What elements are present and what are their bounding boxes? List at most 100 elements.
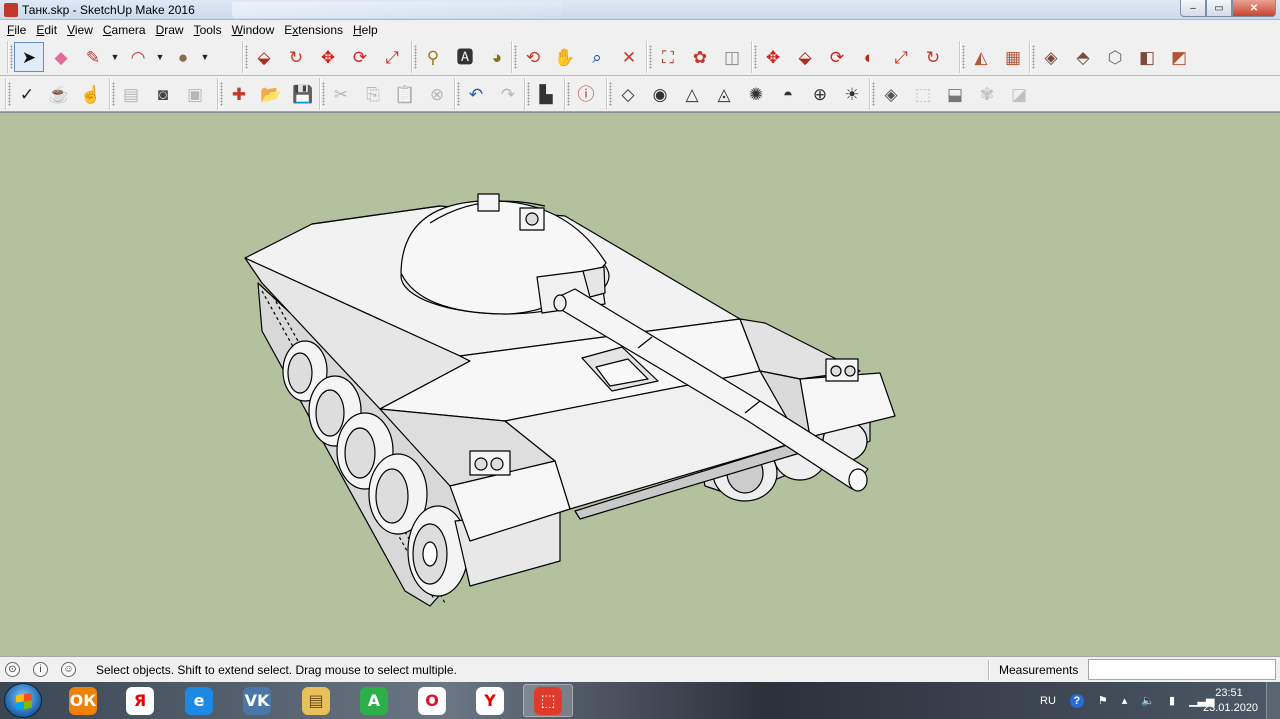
new-file-button[interactable]: ✚ — [224, 79, 254, 109]
print-button[interactable]: ▙ — [531, 79, 561, 109]
section-plane-button[interactable]: ▤ — [116, 79, 146, 109]
toolbar-grip[interactable] — [8, 82, 11, 106]
extension-warehouse-button-button[interactable]: ◫ — [717, 42, 747, 72]
undo-button[interactable]: ↶ — [461, 79, 491, 109]
chevron-up-icon[interactable]: ▴ — [1122, 694, 1128, 707]
iso-view-button[interactable]: ◈ — [876, 79, 906, 109]
share-model-button-button[interactable]: ✿ — [685, 42, 715, 72]
tape-measure-tool-button[interactable]: ⚲ — [418, 42, 448, 72]
close-button[interactable]: ✕ — [1232, 0, 1276, 17]
toolbar-grip[interactable] — [754, 45, 757, 69]
back-edges-style-button[interactable]: ◉ — [645, 79, 675, 109]
taskbar-app-sketchup[interactable]: ⬚ — [523, 684, 573, 717]
zoom-tool-button[interactable]: ⌕ — [582, 42, 612, 72]
sandbox-from-scratch-tool-button[interactable]: ▦ — [998, 42, 1028, 72]
toolbar-grip[interactable] — [457, 82, 460, 106]
chevron-down-icon[interactable]: ▼ — [155, 52, 165, 62]
toolbar-grip[interactable] — [112, 82, 115, 106]
help-tray-icon[interactable]: ? — [1069, 693, 1084, 708]
orbit-tool-button[interactable]: ⟲ — [518, 42, 548, 72]
offset-tool-button[interactable]: ↻ — [281, 42, 311, 72]
back-view-button[interactable]: ◪ — [1004, 79, 1034, 109]
shadows-button[interactable]: ☀ — [837, 79, 867, 109]
credits-info-icon[interactable]: i — [33, 662, 48, 677]
sandbox-from-contours-tool-button[interactable]: ◭ — [966, 42, 996, 72]
smoove-tool-button[interactable]: ◈ — [1036, 42, 1066, 72]
menu-view[interactable]: View — [62, 23, 98, 37]
toolbar-grip[interactable] — [220, 82, 223, 106]
measurements-input[interactable] — [1088, 659, 1276, 680]
menu-camera[interactable]: Camera — [98, 23, 151, 37]
model-info-button[interactable]: ⓘ — [571, 79, 601, 109]
maximize-button[interactable]: ▭ — [1206, 0, 1232, 17]
volume-icon[interactable]: 🔈 — [1141, 694, 1155, 707]
taskbar-app-aimp[interactable]: A — [349, 684, 399, 717]
shaded-textures-style-button[interactable]: ◓ — [773, 79, 803, 109]
taskbar-app-opera[interactable]: O — [407, 684, 457, 717]
taskbar-app-explorer[interactable]: ▤ — [291, 684, 341, 717]
3d-warehouse-button-button[interactable]: ⛶ — [653, 42, 683, 72]
x-ray-style-button[interactable]: ◇ — [613, 79, 643, 109]
rotate-tool-2-button[interactable]: ⟳ — [822, 42, 852, 72]
toolbar-grip[interactable] — [414, 45, 417, 69]
copy-button[interactable]: ⎘ — [358, 79, 388, 109]
paste-button[interactable]: 📋 — [390, 79, 420, 109]
monochrome-style-button[interactable]: ⊕ — [805, 79, 835, 109]
pan-tool-button[interactable]: ✋ — [550, 42, 580, 72]
text-tool-button[interactable]: 🅰 — [450, 42, 480, 72]
clock[interactable]: 23:51 23.01.2020 — [1203, 686, 1258, 716]
push-pull-tool-2-button[interactable]: ⬙ — [790, 42, 820, 72]
menu-file[interactable]: File — [2, 23, 31, 37]
lock-button[interactable]: ▣ — [180, 79, 210, 109]
scale-tool-2-button[interactable]: ⤢ — [886, 42, 916, 72]
paint-bucket-tool-button[interactable]: ◕ — [482, 42, 512, 72]
front-view-button[interactable]: ⬓ — [940, 79, 970, 109]
menu-tools[interactable]: Tools — [189, 23, 227, 37]
model-viewport[interactable] — [0, 112, 1280, 656]
zoom-extents-tool-button[interactable]: ✕ — [614, 42, 644, 72]
toolbar-grip[interactable] — [245, 45, 248, 69]
follow-me-tool-button[interactable]: ◐ — [854, 42, 884, 72]
hand-cursor-button[interactable]: ☝ — [76, 79, 106, 109]
chevron-down-icon[interactable]: ▼ — [110, 52, 120, 62]
redo-button[interactable]: ↷ — [493, 79, 523, 109]
top-view-button[interactable]: ⬚ — [908, 79, 938, 109]
eraser-tool-button[interactable]: ◆ — [46, 42, 76, 72]
taskbar-app-odnoklassniki[interactable]: ОК — [58, 684, 108, 717]
toolbar-grip[interactable] — [514, 45, 517, 69]
shaded-style-button[interactable]: ✺ — [741, 79, 771, 109]
select-tool-button[interactable]: ➤ — [14, 42, 44, 72]
tank-model[interactable] — [0, 113, 1280, 656]
taskbar-app-yandex-browser[interactable]: Y — [465, 684, 515, 717]
scale-tool-button[interactable]: ⤢ — [377, 42, 407, 72]
wireframe-style-button[interactable]: △ — [677, 79, 707, 109]
user-account-icon[interactable]: ☺ — [61, 662, 76, 677]
toolbar-grip[interactable] — [1032, 45, 1035, 69]
component-options-button[interactable]: ✓ — [12, 79, 42, 109]
show-desktop-button[interactable] — [1266, 682, 1280, 719]
toolbar-grip[interactable] — [322, 82, 325, 106]
menu-window[interactable]: Window — [227, 23, 280, 37]
drape-tool-button[interactable]: ⬡ — [1100, 42, 1130, 72]
arc-tool-button[interactable]: ◠ — [123, 42, 153, 72]
move-tool-button[interactable]: ✥ — [313, 42, 343, 72]
cut-button[interactable]: ✂ — [326, 79, 356, 109]
push-pull-tool-button[interactable]: ⬙ — [249, 42, 279, 72]
flag-tray-icon[interactable]: ⚑ — [1098, 694, 1108, 707]
minimize-button[interactable]: ‒ — [1180, 0, 1206, 17]
menu-draw[interactable]: Draw — [151, 23, 189, 37]
menu-extensions[interactable]: Extensions — [279, 23, 348, 37]
shapes-tool-button[interactable]: ● — [168, 42, 198, 72]
toolbar-grip[interactable] — [609, 82, 612, 106]
add-detail-tool-button[interactable]: ◧ — [1132, 42, 1162, 72]
toolbar-grip[interactable] — [527, 82, 530, 106]
line-tool-button[interactable]: ✎ — [78, 42, 108, 72]
start-button[interactable] — [4, 683, 42, 718]
display-section-button[interactable]: ◙ — [148, 79, 178, 109]
geolocation-icon[interactable]: ⊙ — [5, 662, 20, 677]
hidden-line-style-button[interactable]: ◬ — [709, 79, 739, 109]
toolbar-grip[interactable] — [567, 82, 570, 106]
flip-edge-tool-button[interactable]: ◩ — [1164, 42, 1194, 72]
menu-edit[interactable]: Edit — [31, 23, 62, 37]
delete-button[interactable]: ⊗ — [422, 79, 452, 109]
